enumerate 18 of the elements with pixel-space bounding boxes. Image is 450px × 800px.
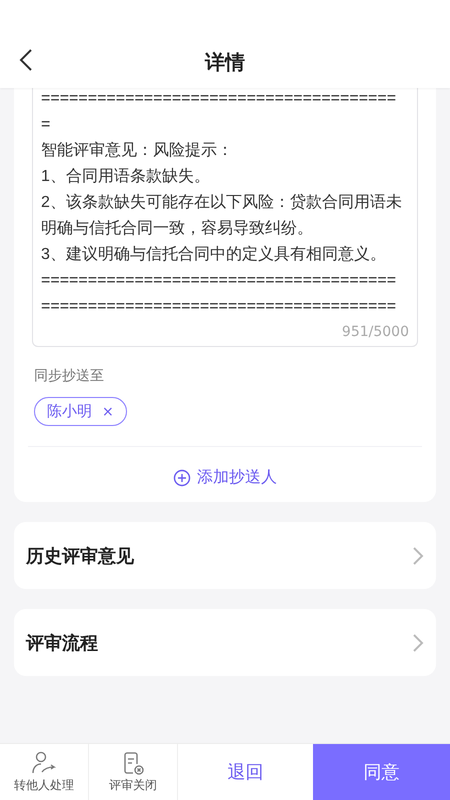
chevron-right-icon bbox=[412, 632, 424, 652]
cc-label: 同步抄送至 bbox=[34, 367, 105, 385]
approve-button[interactable]: 同意 bbox=[313, 744, 450, 800]
section-row[interactable]: 评审流程 bbox=[14, 609, 436, 676]
opinion-field[interactable] bbox=[32, 86, 418, 347]
section-title: 历史评审意见 bbox=[26, 544, 134, 568]
person-arrow-icon bbox=[31, 750, 57, 774]
add-cc-button[interactable]: 添加抄送人 bbox=[28, 467, 422, 488]
section-row[interactable]: 历史评审意见 bbox=[14, 522, 436, 589]
opinion-text: ======================================= 智能评审意见：风险提示： 1、合同用语条款缺失。 2、该条款缺失可能存在以下风险：贷款合同用语未明确与信托合同一致，容易导致纠纷。 3、建议明确与信托合同中的定义具有相同意义。 ====================================== ====================================== bbox=[41, 89, 403, 317]
chevron-right-icon bbox=[412, 546, 424, 566]
page-title: 详情 bbox=[205, 49, 245, 76]
char-count: 951/5000 bbox=[340, 324, 409, 340]
recipient-chip[interactable]: 陈小明 × bbox=[34, 397, 127, 426]
recipient-name: 陈小明 bbox=[47, 402, 92, 421]
section-title: 评审流程 bbox=[26, 632, 98, 654]
remove-icon[interactable]: × bbox=[102, 404, 114, 420]
plus-circle-icon bbox=[173, 468, 191, 486]
